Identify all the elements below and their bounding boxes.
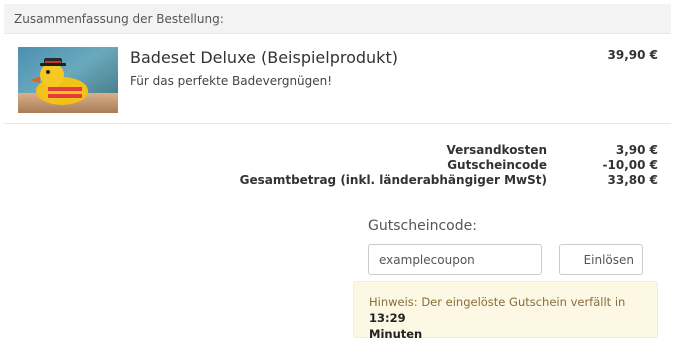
coupon-expiry-notice: Hinweis: Der eingelöste Gutschein verfäl… — [353, 281, 658, 341]
grand-total-value: 33,80 € — [607, 173, 658, 187]
shipping-label: Versandkosten — [446, 143, 547, 157]
coupon-title: Gutscheincode: — [368, 218, 477, 234]
order-summary-header: Zusammenfassung der Bestellung: — [4, 4, 671, 34]
coupon-code-input[interactable] — [368, 244, 542, 275]
order-summary-title: Zusammenfassung der Bestellung: — [14, 12, 224, 26]
rubber-duck-image — [18, 47, 118, 113]
product-name[interactable]: Badeset Deluxe (Beispielprodukt) — [130, 48, 398, 67]
product-row: Badeset Deluxe (Beispielprodukt) Für das… — [4, 36, 671, 124]
redeem-coupon-button[interactable]: Einlösen — [559, 244, 643, 275]
coupon-discount-label: Gutscheincode — [447, 158, 547, 172]
product-description: Für das perfekte Badevergnügen! — [130, 74, 333, 88]
notice-text: Hinweis: Der eingelöste Gutschein verfäl… — [369, 295, 626, 309]
product-price: 39,90 € — [607, 48, 658, 62]
shipping-value: 3,90 € — [615, 143, 658, 157]
coupon-discount-value: -10,00 € — [602, 158, 658, 172]
notice-unit: Minuten — [369, 327, 423, 341]
grand-total-label: Gesamtbetrag (inkl. länderabhängiger MwS… — [239, 173, 547, 187]
notice-time: 13:29 — [369, 311, 406, 325]
product-image[interactable] — [18, 47, 118, 113]
